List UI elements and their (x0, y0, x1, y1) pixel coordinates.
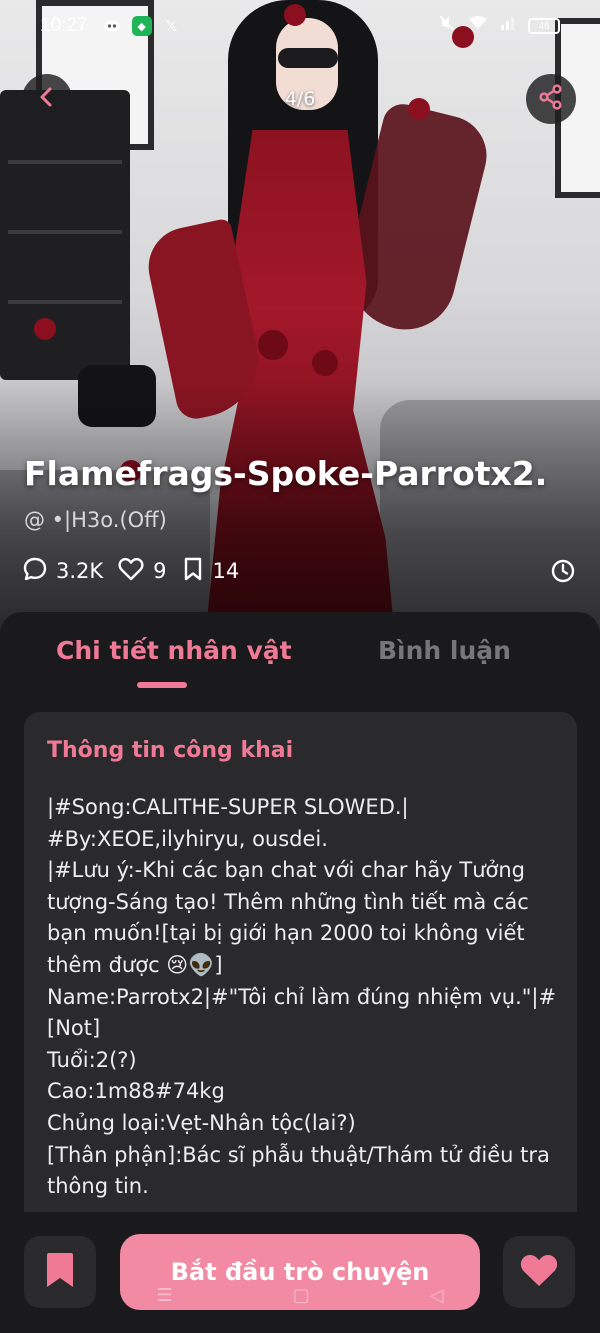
info-line: [Thân phận]:Bác sĩ phẫu thuật/Thám tử đi… (47, 1142, 550, 1199)
bookmark-count-value: 14 (212, 559, 240, 583)
rose-decoration (34, 318, 56, 340)
vpn-shield-icon: ◆ (131, 16, 152, 36)
stats-row: 3.2K 9 14 (22, 554, 253, 588)
info-line: |#Song:CALITHE-SUPER SLOWED.| (47, 795, 409, 819)
like-count[interactable]: 9 (117, 556, 167, 587)
info-line: Cao:1m88#74kg (47, 1079, 225, 1104)
rose-decoration (312, 350, 338, 376)
tab-character-details[interactable]: Chi tiết nhân vật (56, 636, 292, 665)
status-bar: 10:27 ◆ 𝕏 46 (0, 0, 600, 52)
comment-icon (22, 556, 56, 587)
battery-level: 46 (538, 20, 550, 32)
like-count-value: 9 (153, 559, 167, 583)
info-line: |#Lưu ý:-Khi các bạn chat với char hãy T… (47, 858, 529, 977)
public-info-card: Thông tin công khai |#Song:CALITHE-SUPER… (24, 712, 577, 1232)
home-icon[interactable]: ▢ (293, 1285, 310, 1306)
bookmark-outline-icon (181, 556, 213, 587)
back-nav-icon[interactable]: ◁ (430, 1285, 444, 1306)
tab-comments[interactable]: Bình luận (378, 636, 511, 665)
shelf (0, 90, 130, 380)
wifi-icon (468, 15, 488, 37)
discord-icon (102, 16, 122, 36)
history-clock-icon[interactable] (550, 558, 576, 588)
system-navigation-bar: ☰ ▢ ◁ (0, 1280, 600, 1310)
character-name: Flamefrags-Spoke-Parrotx2. (24, 454, 548, 493)
rose-decoration (258, 330, 288, 360)
signal-icon (500, 15, 516, 37)
mute-icon (438, 14, 456, 38)
info-line: #By:XEOE,ilyhiryu, ousdei. (47, 826, 328, 851)
recent-apps-icon[interactable]: ☰ (157, 1285, 173, 1306)
image-page-indicator: 4/6 (284, 88, 316, 110)
info-line: Chủng loại:Vẹt-Nhân tộc(lai?) (47, 1110, 356, 1135)
status-time: 10:27 (40, 15, 88, 36)
active-tab-indicator (137, 682, 187, 688)
x-logo-icon: 𝕏 (165, 18, 178, 35)
back-button[interactable] (22, 74, 72, 124)
heart-outline-icon (117, 556, 153, 587)
share-button[interactable] (526, 74, 576, 124)
bookmark-count[interactable]: 14 (181, 556, 240, 587)
battery-icon: 46 (528, 18, 560, 34)
comment-count: 3.2K (22, 556, 103, 587)
public-info-title: Thông tin công khai (47, 738, 294, 763)
info-line: Tuổi:2(?) (47, 1047, 137, 1072)
action-bar: Bắt đầu trò chuyện (0, 1212, 600, 1333)
comment-count-value: 3.2K (56, 559, 104, 583)
chevron-left-icon (36, 86, 58, 112)
tab-bar: Chi tiết nhân vật Bình luận (0, 612, 600, 702)
share-icon (538, 84, 564, 114)
info-line: Name:Parrotx2|#"Tôi chỉ làm đúng nhiệm v… (47, 984, 557, 1041)
rose-decoration (408, 98, 430, 120)
author-handle[interactable]: @ •|H3o.(Off) (24, 508, 167, 532)
public-info-body: |#Song:CALITHE-SUPER SLOWED.| #By:XEOE,i… (47, 792, 557, 1203)
